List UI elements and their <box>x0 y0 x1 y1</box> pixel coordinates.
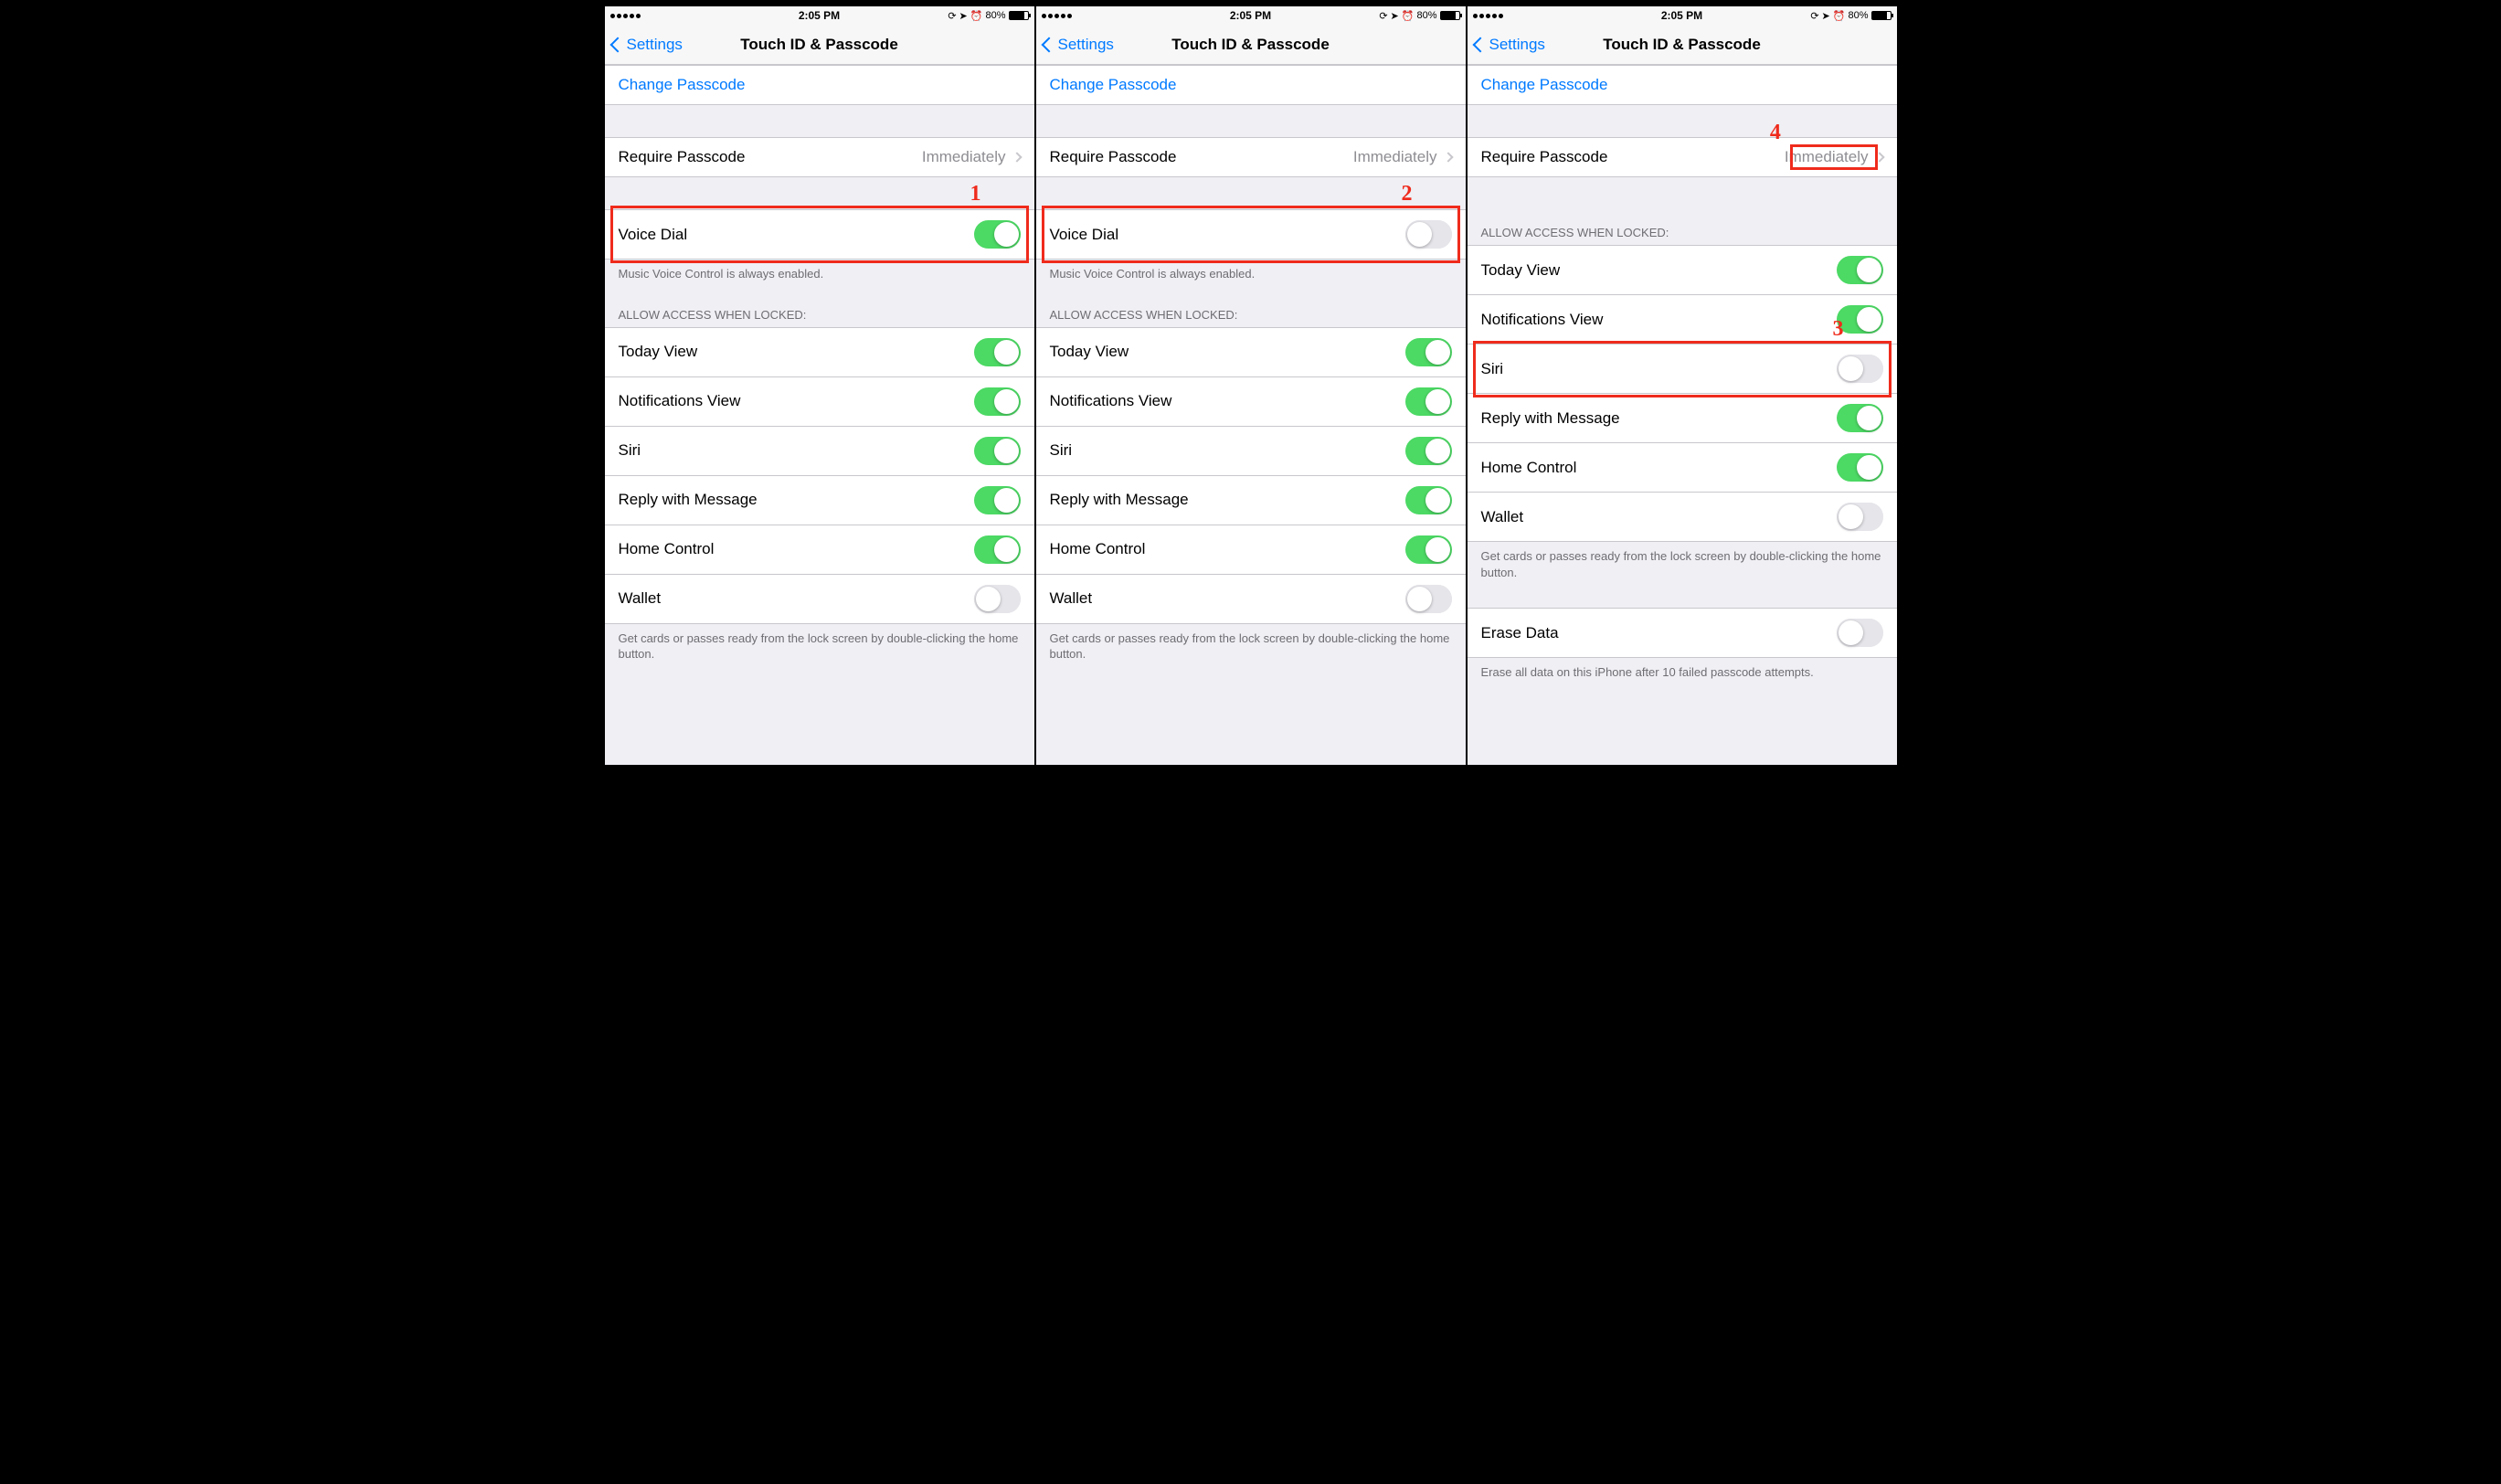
notifications-view-toggle[interactable] <box>1837 305 1883 334</box>
voice-dial-footer: Music Voice Control is always enabled. <box>605 260 1034 292</box>
require-passcode-value: Immediately <box>922 148 1021 166</box>
wallet-row[interactable]: Wallet <box>1036 575 1466 624</box>
status-time: 2:05 PM <box>1468 9 1897 22</box>
require-passcode-value: Immediately <box>1353 148 1452 166</box>
change-passcode-row[interactable]: Change Passcode <box>605 65 1034 105</box>
back-label: Settings <box>1489 36 1545 54</box>
status-bar: 2:05 PM ⟳ ➤ ⏰ 80% <box>605 6 1034 25</box>
siri-row[interactable]: Siri <box>1036 427 1466 476</box>
battery-icon <box>1871 11 1892 20</box>
siri-toggle[interactable] <box>974 437 1021 465</box>
back-button[interactable]: Settings <box>1044 36 1114 54</box>
nav-bar: Settings Touch ID & Passcode <box>1468 25 1897 65</box>
reply-message-row[interactable]: Reply with Message <box>1468 394 1897 443</box>
nav-bar: Settings Touch ID & Passcode <box>1036 25 1466 65</box>
status-time: 2:05 PM <box>605 9 1034 22</box>
screen-3: 2:05 PM ⟳ ➤ ⏰ 80% Settings Touch ID & Pa… <box>1468 6 1897 765</box>
notifications-view-row[interactable]: Notifications View <box>1468 295 1897 344</box>
chevron-right-icon <box>1874 152 1884 162</box>
voice-dial-row[interactable]: Voice Dial <box>605 209 1034 260</box>
voice-dial-toggle[interactable] <box>1405 220 1452 249</box>
wallet-row[interactable]: Wallet <box>605 575 1034 624</box>
content-scroll[interactable]: Change Passcode Require Passcode Immedia… <box>1468 65 1897 765</box>
require-passcode-row[interactable]: Require Passcode Immediately <box>605 137 1034 177</box>
today-view-row[interactable]: Today View <box>1036 327 1466 377</box>
chevron-left-icon <box>1041 37 1056 52</box>
notifications-view-toggle[interactable] <box>1405 387 1452 416</box>
wallet-row[interactable]: Wallet <box>1468 493 1897 542</box>
home-control-toggle[interactable] <box>974 535 1021 564</box>
wallet-footer: Get cards or passes ready from the lock … <box>605 624 1034 672</box>
wallet-toggle[interactable] <box>974 585 1021 613</box>
battery-icon <box>1009 11 1029 20</box>
nav-bar: Settings Touch ID & Passcode <box>605 25 1034 65</box>
today-view-toggle[interactable] <box>1837 256 1883 284</box>
home-control-row[interactable]: Home Control <box>1468 443 1897 493</box>
content-scroll[interactable]: Change Passcode Require Passcode Immedia… <box>605 65 1034 765</box>
back-label: Settings <box>1058 36 1114 54</box>
erase-data-row[interactable]: Erase Data <box>1468 608 1897 658</box>
siri-toggle[interactable] <box>1405 437 1452 465</box>
back-button[interactable]: Settings <box>1475 36 1545 54</box>
allow-access-header: ALLOW ACCESS WHEN LOCKED: <box>1468 209 1897 245</box>
change-passcode-row[interactable]: Change Passcode <box>1036 65 1466 105</box>
erase-footer: Erase all data on this iPhone after 10 f… <box>1468 658 1897 690</box>
wallet-toggle[interactable] <box>1405 585 1452 613</box>
siri-row[interactable]: Siri <box>605 427 1034 476</box>
chevron-right-icon <box>1012 152 1022 162</box>
today-view-toggle[interactable] <box>974 338 1021 366</box>
siri-toggle[interactable] <box>1837 355 1883 383</box>
erase-data-toggle[interactable] <box>1837 619 1883 647</box>
wallet-footer: Get cards or passes ready from the lock … <box>1468 542 1897 589</box>
status-bar: 2:05 PM ⟳ ➤ ⏰ 80% <box>1468 6 1897 25</box>
home-control-toggle[interactable] <box>1405 535 1452 564</box>
screen-2: 2:05 PM ⟳ ➤ ⏰ 80% Settings Touch ID & Pa… <box>1036 6 1466 765</box>
chevron-right-icon <box>1443 152 1453 162</box>
battery-icon <box>1440 11 1460 20</box>
chevron-left-icon <box>1472 37 1488 52</box>
wallet-footer: Get cards or passes ready from the lock … <box>1036 624 1466 672</box>
home-control-row[interactable]: Home Control <box>1036 525 1466 575</box>
reply-message-row[interactable]: Reply with Message <box>1036 476 1466 525</box>
notifications-view-row[interactable]: Notifications View <box>605 377 1034 427</box>
allow-access-header: ALLOW ACCESS WHEN LOCKED: <box>1036 292 1466 327</box>
notifications-view-row[interactable]: Notifications View <box>1036 377 1466 427</box>
back-label: Settings <box>627 36 683 54</box>
back-button[interactable]: Settings <box>612 36 683 54</box>
reply-message-toggle[interactable] <box>1405 486 1452 514</box>
require-passcode-row[interactable]: Require Passcode Immediately <box>1036 137 1466 177</box>
require-passcode-value: Immediately <box>1785 148 1883 166</box>
siri-row[interactable]: Siri <box>1468 344 1897 394</box>
voice-dial-row[interactable]: Voice Dial <box>1036 209 1466 260</box>
change-passcode-row[interactable]: Change Passcode <box>1468 65 1897 105</box>
reply-message-toggle[interactable] <box>1837 404 1883 432</box>
today-view-row[interactable]: Today View <box>605 327 1034 377</box>
today-view-toggle[interactable] <box>1405 338 1452 366</box>
home-control-toggle[interactable] <box>1837 453 1883 482</box>
reply-message-toggle[interactable] <box>974 486 1021 514</box>
require-passcode-row[interactable]: Require Passcode Immediately <box>1468 137 1897 177</box>
wallet-toggle[interactable] <box>1837 503 1883 531</box>
screen-1: 2:05 PM ⟳ ➤ ⏰ 80% Settings Touch ID & Pa… <box>605 6 1034 765</box>
allow-access-header: ALLOW ACCESS WHEN LOCKED: <box>605 292 1034 327</box>
today-view-row[interactable]: Today View <box>1468 245 1897 295</box>
content-scroll[interactable]: Change Passcode Require Passcode Immedia… <box>1036 65 1466 765</box>
chevron-left-icon <box>609 37 625 52</box>
voice-dial-footer: Music Voice Control is always enabled. <box>1036 260 1466 292</box>
notifications-view-toggle[interactable] <box>974 387 1021 416</box>
status-bar: 2:05 PM ⟳ ➤ ⏰ 80% <box>1036 6 1466 25</box>
home-control-row[interactable]: Home Control <box>605 525 1034 575</box>
reply-message-row[interactable]: Reply with Message <box>605 476 1034 525</box>
status-time: 2:05 PM <box>1036 9 1466 22</box>
voice-dial-toggle[interactable] <box>974 220 1021 249</box>
